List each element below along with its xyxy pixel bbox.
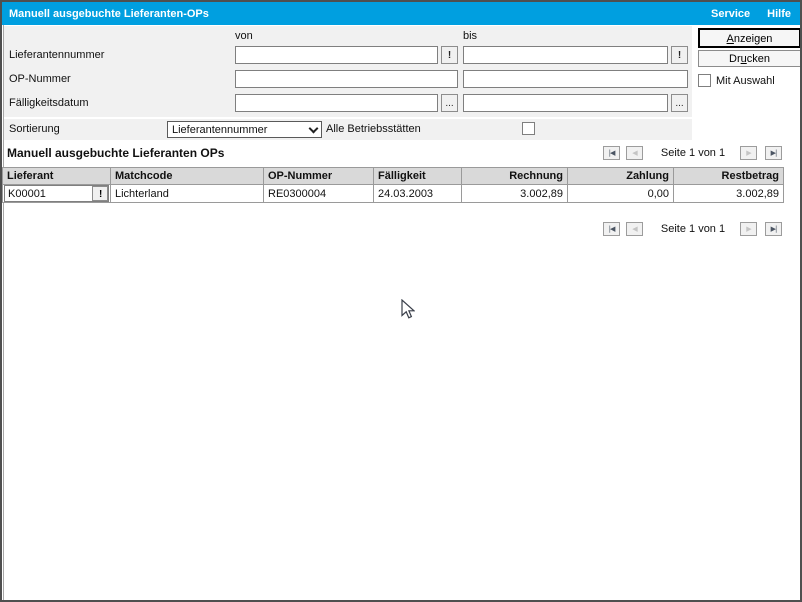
row-lookup-button[interactable]: !	[92, 186, 108, 201]
anzeigen-button[interactable]: Anzeigen	[698, 28, 800, 48]
mit-auswahl-checkbox[interactable]	[698, 74, 711, 87]
faelligkeitsdatum-bis-picker-button[interactable]: ...	[671, 94, 688, 112]
table-header-row: Lieferant Matchcode OP-Nummer Fälligkeit…	[2, 167, 784, 185]
section-title: Manuell ausgebuchte Lieferanten OPs	[7, 146, 225, 160]
page-indicator: Seite 1 von 1	[660, 147, 726, 159]
last-page-icon[interactable]: ▶|	[765, 222, 782, 236]
op-nummer-label: OP-Nummer	[9, 73, 71, 85]
von-column-header: von	[235, 30, 253, 42]
title-bar: Manuell ausgebuchte Lieferanten-OPs Serv…	[2, 2, 800, 25]
cell-faelligkeit: 24.03.2003	[373, 184, 462, 203]
menu-hilfe[interactable]: Hilfe	[767, 8, 791, 20]
cell-rechnung: 3.002,89	[461, 184, 568, 203]
first-page-icon[interactable]: |◀	[603, 146, 620, 160]
next-page-icon[interactable]: ▶	[740, 222, 757, 236]
op-table: Lieferant Matchcode OP-Nummer Fälligkeit…	[2, 167, 784, 203]
table-row[interactable]: K00001 ! Lichterland RE0300004 24.03.200…	[2, 184, 784, 203]
cell-matchcode: Lichterland	[110, 184, 264, 203]
lieferantennummer-label: Lieferantennummer	[9, 49, 105, 61]
sortierung-band: Sortierung Lieferantennummer Alle Betrie…	[4, 119, 692, 140]
sortierung-selected-value: Lieferantennummer	[172, 123, 268, 136]
col-zahlung[interactable]: Zahlung	[567, 167, 674, 185]
sortierung-dropdown[interactable]: Lieferantennummer	[167, 121, 322, 138]
lieferantennummer-bis-input[interactable]	[463, 46, 668, 64]
op-nummer-bis-input[interactable]	[463, 70, 688, 88]
filter-panel: von bis Lieferantennummer ! ! OP-Nummer …	[4, 26, 692, 117]
cell-zahlung: 0,00	[567, 184, 674, 203]
faelligkeitsdatum-bis-input[interactable]	[463, 94, 668, 112]
col-faelligkeit[interactable]: Fälligkeit	[373, 167, 462, 185]
bis-column-header: bis	[463, 30, 478, 42]
window-title: Manuell ausgebuchte Lieferanten-OPs	[9, 7, 209, 20]
mouse-cursor-icon	[401, 299, 415, 319]
prev-page-icon[interactable]: ◀	[626, 146, 643, 160]
first-page-icon[interactable]: |◀	[603, 222, 620, 236]
col-restbetrag[interactable]: Restbetrag	[673, 167, 784, 185]
last-page-icon[interactable]: ▶|	[765, 146, 782, 160]
sortierung-label: Sortierung	[9, 123, 60, 135]
lieferant-field[interactable]: K00001 !	[4, 185, 109, 202]
page-indicator: Seite 1 von 1	[660, 223, 726, 235]
cell-op-nummer: RE0300004	[263, 184, 374, 203]
col-op-nummer[interactable]: OP-Nummer	[263, 167, 374, 185]
drucken-button[interactable]: Drucken	[698, 50, 800, 67]
lieferantennummer-von-lookup-button[interactable]: !	[441, 46, 458, 64]
chevron-down-icon	[308, 123, 319, 133]
lieferantennummer-bis-lookup-button[interactable]: !	[671, 46, 688, 64]
alle-betriebsstaetten-checkbox[interactable]	[522, 122, 535, 135]
next-page-icon[interactable]: ▶	[740, 146, 757, 160]
alle-betriebsstaetten-label: Alle Betriebsstätten	[326, 123, 421, 135]
lieferant-value: K00001	[8, 187, 46, 200]
app-window: Manuell ausgebuchte Lieferanten-OPs Serv…	[0, 0, 802, 602]
title-menu: Service Hilfe	[711, 8, 800, 20]
op-nummer-von-input[interactable]	[235, 70, 458, 88]
col-lieferant[interactable]: Lieferant	[2, 167, 111, 185]
faelligkeitsdatum-label: Fälligkeitsdatum	[9, 97, 89, 109]
cell-lieferant: K00001 !	[2, 184, 111, 203]
col-matchcode[interactable]: Matchcode	[110, 167, 264, 185]
faelligkeitsdatum-von-input[interactable]	[235, 94, 438, 112]
lieferantennummer-von-input[interactable]	[235, 46, 438, 64]
faelligkeitsdatum-von-picker-button[interactable]: ...	[441, 94, 458, 112]
prev-page-icon[interactable]: ◀	[626, 222, 643, 236]
col-rechnung[interactable]: Rechnung	[461, 167, 568, 185]
mit-auswahl-label: Mit Auswahl	[716, 75, 775, 87]
cell-restbetrag: 3.002,89	[673, 184, 784, 203]
menu-service[interactable]: Service	[711, 8, 750, 20]
